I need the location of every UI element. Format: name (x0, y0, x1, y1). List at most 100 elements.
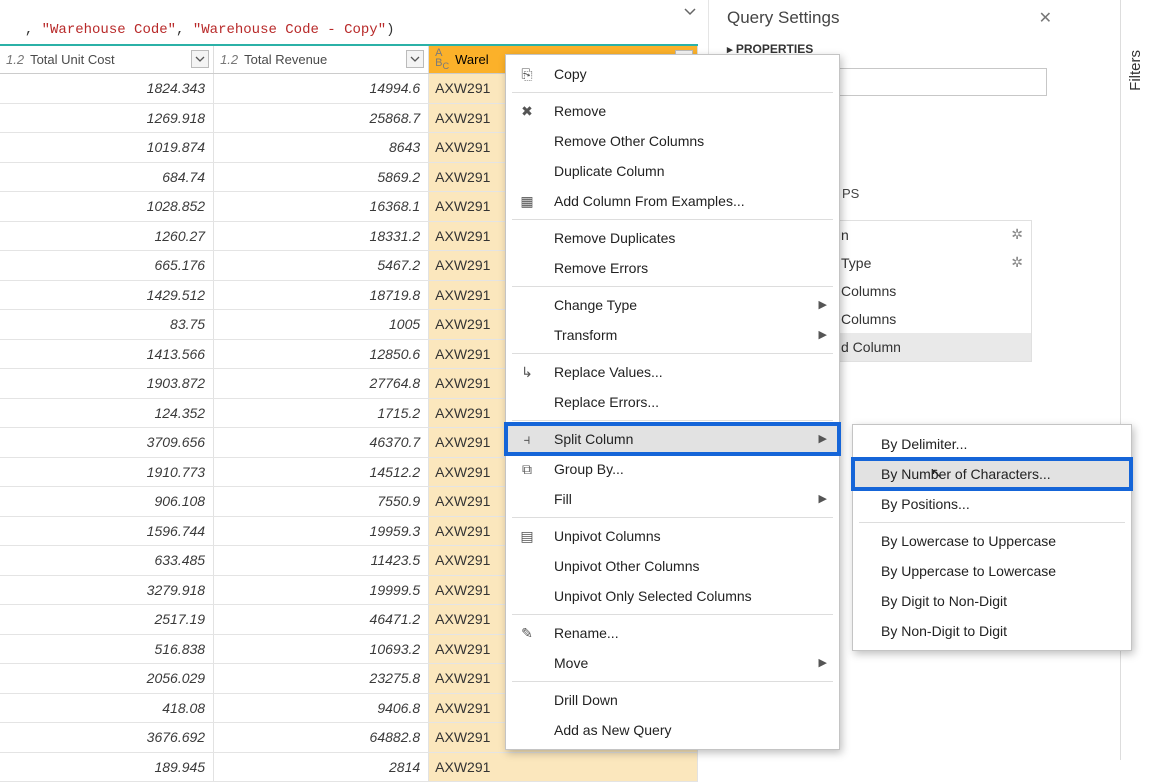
cell-total-unit-cost[interactable]: 2517.19 (0, 605, 214, 634)
column-header-total-revenue[interactable]: 1.2 Total Revenue (214, 46, 429, 73)
menu-item-split-column[interactable]: ⫞ Split Column ▶ (506, 424, 839, 454)
chevron-right-icon: ▶ (819, 432, 827, 445)
cell-total-unit-cost[interactable]: 633.485 (0, 546, 214, 575)
cell-total-revenue[interactable]: 16368.1 (214, 192, 429, 221)
cell-total-revenue[interactable]: 14512.2 (214, 458, 429, 487)
cell-total-unit-cost[interactable]: 665.176 (0, 251, 214, 280)
cell-total-unit-cost[interactable]: 418.08 (0, 694, 214, 723)
menu-item-remove-other-columns[interactable]: Remove Other Columns (506, 126, 839, 156)
cell-total-revenue[interactable]: 23275.8 (214, 664, 429, 693)
cell-total-revenue[interactable]: 5467.2 (214, 251, 429, 280)
cell-total-unit-cost[interactable]: 189.945 (0, 753, 214, 782)
submenu-item-by-positions[interactable]: By Positions... (853, 489, 1131, 519)
cell-total-revenue[interactable]: 10693.2 (214, 635, 429, 664)
cell-total-unit-cost[interactable]: 906.108 (0, 487, 214, 516)
cell-total-unit-cost[interactable]: 3279.918 (0, 576, 214, 605)
submenu-item-by-number-of-characters[interactable]: By Number of Characters...↖ (853, 459, 1131, 489)
submenu-item-by-delimiter[interactable]: By Delimiter... (853, 429, 1131, 459)
menu-item-unpivot-only-selected-columns[interactable]: Unpivot Only Selected Columns (506, 581, 839, 611)
cell-total-revenue[interactable]: 1005 (214, 310, 429, 339)
submenu-item-by-uppercase-to-lowercase[interactable]: By Uppercase to Lowercase (853, 556, 1131, 586)
menu-item-replace-errors[interactable]: Replace Errors... (506, 387, 839, 417)
cell-total-revenue[interactable]: 14994.6 (214, 74, 429, 103)
menu-item-label: Split Column (554, 431, 633, 447)
cell-total-revenue[interactable]: 9406.8 (214, 694, 429, 723)
gear-icon[interactable]: ✲ (1011, 226, 1023, 243)
menu-item-move[interactable]: Move▶ (506, 648, 839, 678)
cell-total-unit-cost[interactable]: 1269.918 (0, 104, 214, 133)
menu-item-remove-errors[interactable]: Remove Errors (506, 253, 839, 283)
cell-total-unit-cost[interactable]: 1824.343 (0, 74, 214, 103)
formula-expand-icon[interactable] (684, 6, 696, 21)
cell-total-revenue[interactable]: 18331.2 (214, 222, 429, 251)
submenu-item-by-non-digit-to-digit[interactable]: By Non-Digit to Digit (853, 616, 1131, 646)
cell-total-unit-cost[interactable]: 1028.852 (0, 192, 214, 221)
unpivot-icon: ▤ (518, 527, 536, 545)
cell-total-unit-cost[interactable]: 1260.27 (0, 222, 214, 251)
cell-total-unit-cost[interactable]: 516.838 (0, 635, 214, 664)
cell-total-revenue[interactable]: 7550.9 (214, 487, 429, 516)
menu-item-fill[interactable]: Fill▶ (506, 484, 839, 514)
cell-total-revenue[interactable]: 25868.7 (214, 104, 429, 133)
menu-item-add-as-new-query[interactable]: Add as New Query (506, 715, 839, 745)
cell-total-revenue[interactable]: 5869.2 (214, 163, 429, 192)
cell-total-unit-cost[interactable]: 3676.692 (0, 723, 214, 752)
gear-icon[interactable]: ✲ (1011, 254, 1023, 271)
menu-item-replace-values[interactable]: ↳Replace Values... (506, 357, 839, 387)
cell-total-unit-cost[interactable]: 83.75 (0, 310, 214, 339)
menu-item-copy[interactable]: ⎘Copy (506, 59, 839, 89)
cell-total-revenue[interactable]: 19959.3 (214, 517, 429, 546)
menu-item-transform[interactable]: Transform▶ (506, 320, 839, 350)
cell-total-unit-cost[interactable]: 1429.512 (0, 281, 214, 310)
column-filter-icon[interactable] (191, 50, 209, 68)
menu-item-label: Move (554, 655, 588, 671)
menu-item-rename[interactable]: ✎Rename... (506, 618, 839, 648)
formula-arg1: "Warehouse Code" (42, 22, 176, 38)
menu-item-label: Add Column From Examples... (554, 193, 745, 209)
menu-item-drill-down[interactable]: Drill Down (506, 685, 839, 715)
chevron-right-icon: ▶ (819, 492, 827, 505)
menu-item-unpivot-other-columns[interactable]: Unpivot Other Columns (506, 551, 839, 581)
cell-total-unit-cost[interactable]: 2056.029 (0, 664, 214, 693)
menu-item-duplicate-column[interactable]: Duplicate Column (506, 156, 839, 186)
cell-total-unit-cost[interactable]: 1596.744 (0, 517, 214, 546)
cell-total-revenue[interactable]: 18719.8 (214, 281, 429, 310)
menu-item-change-type[interactable]: Change Type▶ (506, 290, 839, 320)
table-row[interactable]: 189.9452814AXW291 (0, 753, 698, 782)
menu-item-group-by[interactable]: ⧉Group By... (506, 454, 839, 484)
menu-item-label: Remove Other Columns (554, 133, 704, 149)
submenu-item-by-digit-to-non-digit[interactable]: By Digit to Non-Digit (853, 586, 1131, 616)
menu-item-unpivot-columns[interactable]: ▤Unpivot Columns (506, 521, 839, 551)
cell-total-revenue[interactable]: 27764.8 (214, 369, 429, 398)
cell-total-revenue[interactable]: 46471.2 (214, 605, 429, 634)
menu-item-remove-duplicates[interactable]: Remove Duplicates (506, 223, 839, 253)
formula-bar[interactable]: , "Warehouse Code", "Warehouse Code - Co… (8, 6, 693, 26)
cell-total-unit-cost[interactable]: 124.352 (0, 399, 214, 428)
cell-total-revenue[interactable]: 11423.5 (214, 546, 429, 575)
column-filter-icon[interactable] (406, 50, 424, 68)
cell-total-revenue[interactable]: 46370.7 (214, 428, 429, 457)
menu-item-label: Replace Values... (554, 364, 663, 380)
cell-total-unit-cost[interactable]: 684.74 (0, 163, 214, 192)
cell-total-unit-cost[interactable]: 1019.874 (0, 133, 214, 162)
formula-prefix: , (25, 22, 42, 38)
close-icon[interactable]: ✕ (1039, 8, 1052, 28)
submenu-item-by-lowercase-to-uppercase[interactable]: By Lowercase to Uppercase (853, 526, 1131, 556)
cell-total-revenue[interactable]: 2814 (214, 753, 429, 782)
cell-total-unit-cost[interactable]: 1910.773 (0, 458, 214, 487)
cell-total-revenue[interactable]: 19999.5 (214, 576, 429, 605)
cell-total-unit-cost[interactable]: 1413.566 (0, 340, 214, 369)
menu-item-remove[interactable]: ✖Remove (506, 96, 839, 126)
cell-total-revenue[interactable]: 8643 (214, 133, 429, 162)
cell-total-revenue[interactable]: 1715.2 (214, 399, 429, 428)
split-icon: ⫞ (518, 430, 536, 448)
cell-total-unit-cost[interactable]: 3709.656 (0, 428, 214, 457)
menu-item-label: Remove (554, 103, 606, 119)
column-header-total-unit-cost[interactable]: 1.2 Total Unit Cost (0, 46, 214, 73)
cell-total-unit-cost[interactable]: 1903.872 (0, 369, 214, 398)
menu-item-label: Remove Errors (554, 260, 648, 276)
menu-item-add-column-from-examples[interactable]: ▦Add Column From Examples... (506, 186, 839, 216)
cell-total-revenue[interactable]: 12850.6 (214, 340, 429, 369)
cell-warehouse-code[interactable]: AXW291 (429, 753, 698, 782)
cell-total-revenue[interactable]: 64882.8 (214, 723, 429, 752)
